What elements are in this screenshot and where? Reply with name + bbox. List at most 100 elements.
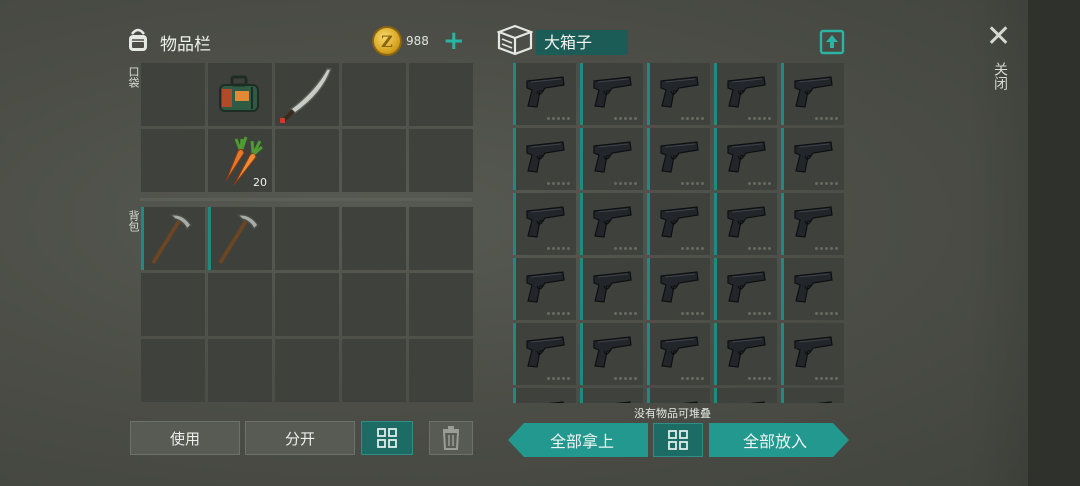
durability-dots — [748, 377, 771, 380]
machete-icon — [280, 68, 332, 123]
container-slot-pistol[interactable] — [513, 258, 576, 320]
durability-dots — [815, 182, 838, 185]
pocket-slot-machete[interactable] — [275, 63, 339, 126]
container-slot-pistol[interactable] — [714, 193, 777, 255]
container-slot-pistol[interactable] — [714, 128, 777, 190]
container-slot-pistol[interactable] — [781, 388, 844, 403]
container-slot-pistol[interactable] — [513, 63, 576, 125]
container-slot-pistol[interactable] — [647, 128, 710, 190]
container-slot-pistol[interactable] — [714, 258, 777, 320]
pocket-slot[interactable] — [141, 129, 205, 192]
durability-dots — [547, 182, 570, 185]
backpack-slot-pickaxe[interactable] — [141, 207, 205, 270]
durability-dots — [681, 377, 704, 380]
pistol-icon — [593, 271, 632, 303]
backpack-slot[interactable] — [141, 339, 205, 402]
pistol-icon — [593, 336, 632, 368]
close-icon[interactable]: ✕ — [986, 22, 1011, 52]
take-all-button[interactable]: 全部拿上 — [508, 423, 648, 457]
container-slot-pistol[interactable] — [580, 128, 643, 190]
section-divider — [140, 198, 472, 201]
container-name: 大箱子 — [536, 30, 628, 55]
use-button[interactable]: 使用 — [130, 421, 240, 455]
durability-dots — [815, 377, 838, 380]
backpack-slot[interactable] — [141, 273, 205, 336]
container-slot-pistol[interactable] — [781, 128, 844, 190]
container-slot-pistol[interactable] — [714, 63, 777, 125]
container-slot-pistol[interactable] — [513, 193, 576, 255]
sort-button[interactable] — [361, 421, 413, 455]
container-slot-pistol[interactable] — [580, 193, 643, 255]
container-grid-scroll[interactable] — [513, 63, 845, 403]
backpack-slot[interactable] — [208, 273, 272, 336]
container-slot-pistol[interactable] — [647, 258, 710, 320]
pocket-slot[interactable] — [342, 129, 406, 192]
durability-dots — [614, 377, 637, 380]
container-slot-pistol[interactable] — [580, 63, 643, 125]
durability-dots — [681, 247, 704, 250]
split-button[interactable]: 分开 — [245, 421, 355, 455]
backpack-slot[interactable] — [342, 207, 406, 270]
pocket-slot-first-aid-bag[interactable] — [208, 63, 272, 126]
pocket-slot[interactable] — [275, 129, 339, 192]
pocket-slot[interactable] — [409, 63, 473, 126]
durability-dots — [748, 182, 771, 185]
backpack-slot[interactable] — [275, 207, 339, 270]
container-slot-pistol[interactable] — [781, 63, 844, 125]
pocket-slot[interactable] — [409, 129, 473, 192]
container-slot-pistol[interactable] — [647, 63, 710, 125]
backpack-slot-pickaxe[interactable] — [208, 207, 272, 270]
container-slot-pistol[interactable] — [647, 323, 710, 385]
durability-dots — [681, 117, 704, 120]
item-count: 20 — [253, 176, 267, 189]
container-slot-pistol[interactable] — [513, 388, 576, 403]
backpack-slot[interactable] — [275, 273, 339, 336]
container-slot-pistol[interactable] — [781, 258, 844, 320]
pistol-icon — [526, 76, 565, 108]
inventory-header: 物品栏 — [124, 26, 211, 58]
durability-dots — [815, 312, 838, 315]
pistol-icon — [727, 336, 766, 368]
pistol-icon — [526, 206, 565, 238]
container-slot-pistol[interactable] — [580, 258, 643, 320]
container-slot-pistol[interactable] — [781, 193, 844, 255]
backpack-slot[interactable] — [409, 207, 473, 270]
container-slot-pistol[interactable] — [580, 388, 643, 403]
container-slot-pistol[interactable] — [647, 193, 710, 255]
backpack-slot[interactable] — [208, 339, 272, 402]
pocket-slot[interactable] — [141, 63, 205, 126]
pistol-icon — [526, 336, 565, 368]
upload-icon[interactable] — [818, 28, 846, 60]
pocket-slot[interactable] — [342, 63, 406, 126]
container-slot-pistol[interactable] — [580, 323, 643, 385]
pocket-slot-carrots[interactable]: 20 — [208, 129, 272, 192]
backpack-slot[interactable] — [409, 273, 473, 336]
container-slot-pistol[interactable] — [781, 323, 844, 385]
container-slot-pistol[interactable] — [714, 323, 777, 385]
backpack-slot[interactable] — [275, 339, 339, 402]
backpack-slot[interactable] — [342, 339, 406, 402]
trash-button[interactable] — [429, 421, 473, 455]
pistol-icon — [615, 401, 631, 403]
add-coins-button[interactable]: + — [443, 28, 465, 54]
backpack-label: 背包 — [127, 210, 140, 232]
backpack-slot[interactable] — [342, 273, 406, 336]
container-slot-pistol[interactable] — [513, 323, 576, 385]
put-all-button[interactable]: 全部放入 — [709, 423, 849, 457]
pistol-icon — [526, 271, 565, 303]
container-sort-button[interactable] — [653, 423, 703, 457]
close-label[interactable]: 关闭 — [990, 62, 1010, 90]
backpack-slot[interactable] — [409, 339, 473, 402]
durability-dots — [547, 377, 570, 380]
pistol-icon — [548, 401, 564, 403]
container-slot-pistol[interactable] — [513, 128, 576, 190]
container-slot-pistol[interactable] — [647, 388, 710, 403]
pistol-icon — [727, 141, 766, 173]
trash-icon — [442, 426, 460, 450]
durability-dots — [681, 312, 704, 315]
currency-display: Z 988 + — [372, 26, 465, 56]
durability-dots — [614, 182, 637, 185]
container-slot-pistol[interactable] — [714, 388, 777, 403]
durability-dots — [815, 247, 838, 250]
pistol-icon — [794, 336, 833, 368]
